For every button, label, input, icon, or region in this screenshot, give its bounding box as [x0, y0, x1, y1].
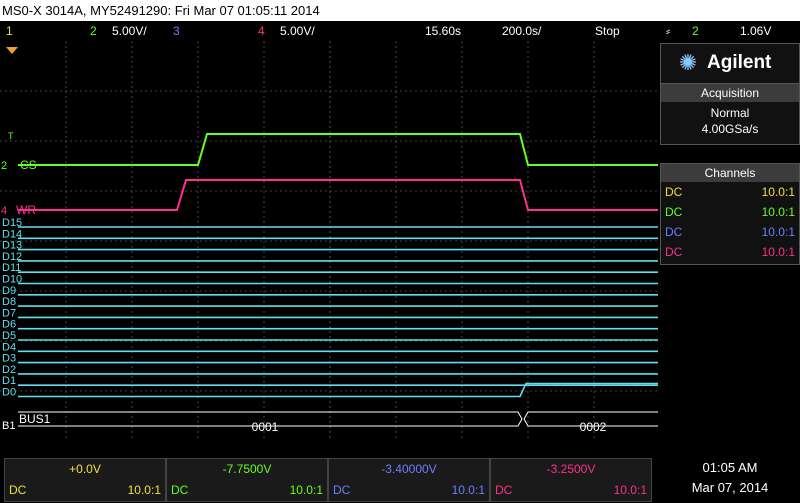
- channel-row-2[interactable]: DC 10.0:1: [661, 202, 799, 222]
- window-title: MS0-X 3014A, MY52491290: Fri Mar 07 01:0…: [2, 3, 320, 18]
- digital-label-d7: D7: [2, 307, 16, 319]
- clock: 01:05 AM Mar 07, 2014: [660, 458, 800, 498]
- digital-label-d12: D12: [2, 251, 22, 263]
- channel-box-4[interactable]: -3.2500V DC 10.0:1: [490, 458, 652, 502]
- ch4-indicator[interactable]: 4: [258, 21, 265, 41]
- agilent-logo-icon: ✺: [678, 50, 698, 75]
- display-background: [0, 41, 660, 440]
- channel-coupling: DC: [333, 483, 351, 497]
- trigger-level: 1.06V: [740, 24, 772, 38]
- channel-coupling: DC: [9, 483, 27, 497]
- channel-row-4[interactable]: DC 10.0:1: [661, 242, 799, 262]
- ch3-indicator[interactable]: 3: [173, 21, 180, 41]
- wr-label: WR: [16, 203, 36, 217]
- channel-probe: 10.0:1: [761, 225, 795, 239]
- ch1-indicator[interactable]: 1: [6, 21, 13, 41]
- channel-probe: 10.0:1: [289, 483, 323, 497]
- cs-label: CS: [20, 158, 37, 172]
- channel-row-3[interactable]: DC 10.0:1: [661, 222, 799, 242]
- digital-label-d8: D8: [2, 296, 16, 308]
- ch4-ground-marker: 4: [1, 205, 7, 217]
- acquisition-mode: Normal: [710, 106, 750, 120]
- channel-offset: -3.2500V: [546, 462, 596, 476]
- channel-offset: -7.7500V: [222, 462, 272, 476]
- digital-label-d4: D4: [2, 341, 16, 353]
- digital-label-d9: D9: [2, 285, 16, 297]
- channel-probe: 10.0:1: [451, 483, 485, 497]
- ch2-scale: 5.00V/: [112, 24, 147, 38]
- waveform-display[interactable]: D15D14D13D12D11D10D9D8D7D6D5D4D3D2D1D0 T…: [0, 41, 660, 440]
- channel-box-1[interactable]: +0.0V DC 10.0:1: [4, 458, 166, 502]
- bus-marker: B1: [2, 420, 15, 432]
- bus-value-1: 0001: [252, 420, 279, 434]
- channel-box-3[interactable]: -3.40000V DC 10.0:1: [328, 458, 490, 502]
- digital-label-d0: D0: [2, 387, 16, 399]
- bus-value-2: 0002: [580, 420, 607, 434]
- clock-time: 01:05 AM: [702, 460, 758, 475]
- digital-label-d15: D15: [2, 217, 22, 229]
- channels-list: DC 10.0:1 DC 10.0:1 DC 10.0:1 DC 10.0:1: [661, 182, 799, 262]
- channel-probe: 10.0:1: [613, 483, 647, 497]
- channel-coupling: DC: [665, 245, 683, 259]
- bus-label: BUS1: [19, 412, 51, 426]
- channels-header: Channels: [661, 164, 799, 182]
- channel-coupling: DC: [665, 205, 683, 219]
- timebase-scale: 200.0s/: [502, 24, 542, 38]
- digital-label-d1: D1: [2, 375, 16, 387]
- channel-offset: -3.40000V: [381, 462, 437, 476]
- channel-coupling: DC: [665, 225, 683, 239]
- channel-probe: 10.0:1: [761, 185, 795, 199]
- acquisition-rate: 4.00GSa/s: [701, 122, 759, 136]
- channel-coupling: DC: [665, 185, 683, 199]
- ch4-scale: 5.00V/: [280, 24, 315, 38]
- clock-date: Mar 07, 2014: [691, 480, 769, 495]
- digital-label-d6: D6: [2, 319, 16, 331]
- trigger-edge-icon: ⸗: [666, 24, 670, 38]
- digital-label-d13: D13: [2, 240, 22, 252]
- channel-coupling: DC: [171, 483, 189, 497]
- digital-label-d11: D11: [2, 262, 21, 274]
- run-state: Stop: [595, 24, 620, 38]
- horizontal-delay: 15.60s: [425, 24, 462, 38]
- channel-coupling: DC: [495, 483, 513, 497]
- acquisition-header: Acquisition: [661, 84, 799, 102]
- digital-label-d5: D5: [2, 330, 16, 342]
- channel-probe: 10.0:1: [127, 483, 161, 497]
- channels-box[interactable]: Channels DC 10.0:1 DC 10.0:1 DC 10.0:1 DC 10.0:…: [660, 163, 800, 265]
- channel-probe: 10.0:1: [761, 205, 795, 219]
- title-bar: MS0-X 3014A, MY52491290: Fri Mar 07 01:0…: [0, 0, 800, 21]
- channel-box-2[interactable]: -7.7500V DC 10.0:1: [166, 458, 328, 502]
- acquisition-box[interactable]: Acquisition Normal 4.00GSa/s: [660, 83, 800, 145]
- ch2-indicator[interactable]: 2: [90, 21, 97, 41]
- digital-label-d3: D3: [2, 353, 16, 365]
- digital-label-d2: D2: [2, 364, 16, 376]
- side-panel: ✺ Agilent Acquisition Normal 4.00GSa/s C…: [658, 41, 800, 440]
- channel-offset: +0.0V: [69, 462, 101, 476]
- brand-name: Agilent: [707, 52, 772, 73]
- brand-box: ✺ Agilent: [660, 43, 800, 85]
- channel-row-1[interactable]: DC 10.0:1: [661, 182, 799, 202]
- digital-label-d14: D14: [2, 228, 22, 240]
- trigger-source: 2: [692, 24, 699, 38]
- ch2-ground-marker: 2: [1, 160, 7, 172]
- bottom-bar: +0.0V DC 10.0:1 -7.7500V DC 10.0:1 -3.40000V DC…: [0, 454, 800, 503]
- trigger-level-marker: T: [8, 131, 14, 141]
- channel-probe: 10.0:1: [761, 245, 795, 259]
- digital-label-d10: D10: [2, 274, 22, 286]
- status-bar: 1 2 5.00V/ 3 4 5.00V/ 15.60s 200.0s/ Sto…: [0, 21, 800, 41]
